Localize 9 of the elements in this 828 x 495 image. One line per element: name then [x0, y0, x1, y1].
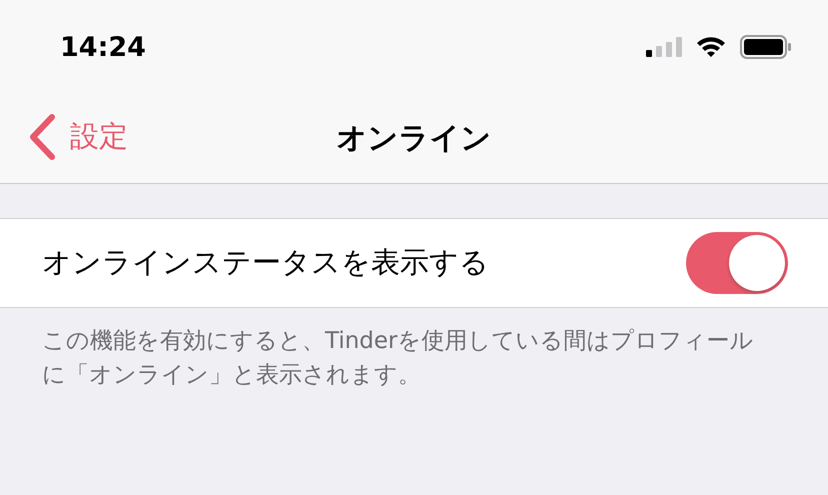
- setting-label: オンラインステータスを表示する: [42, 244, 489, 281]
- footer-note: この機能を有効にすると、Tinderを使用している間はプロフィールに「オンライン」と表示されます。: [42, 327, 755, 390]
- chevron-icon: [28, 114, 56, 160]
- status-time: 14:24: [60, 32, 146, 62]
- nav-title: オンライン: [336, 120, 492, 158]
- wifi-icon: [696, 36, 726, 58]
- signal-icon: [646, 37, 682, 57]
- battery-icon: [740, 35, 792, 59]
- back-button[interactable]: 設定: [28, 114, 128, 160]
